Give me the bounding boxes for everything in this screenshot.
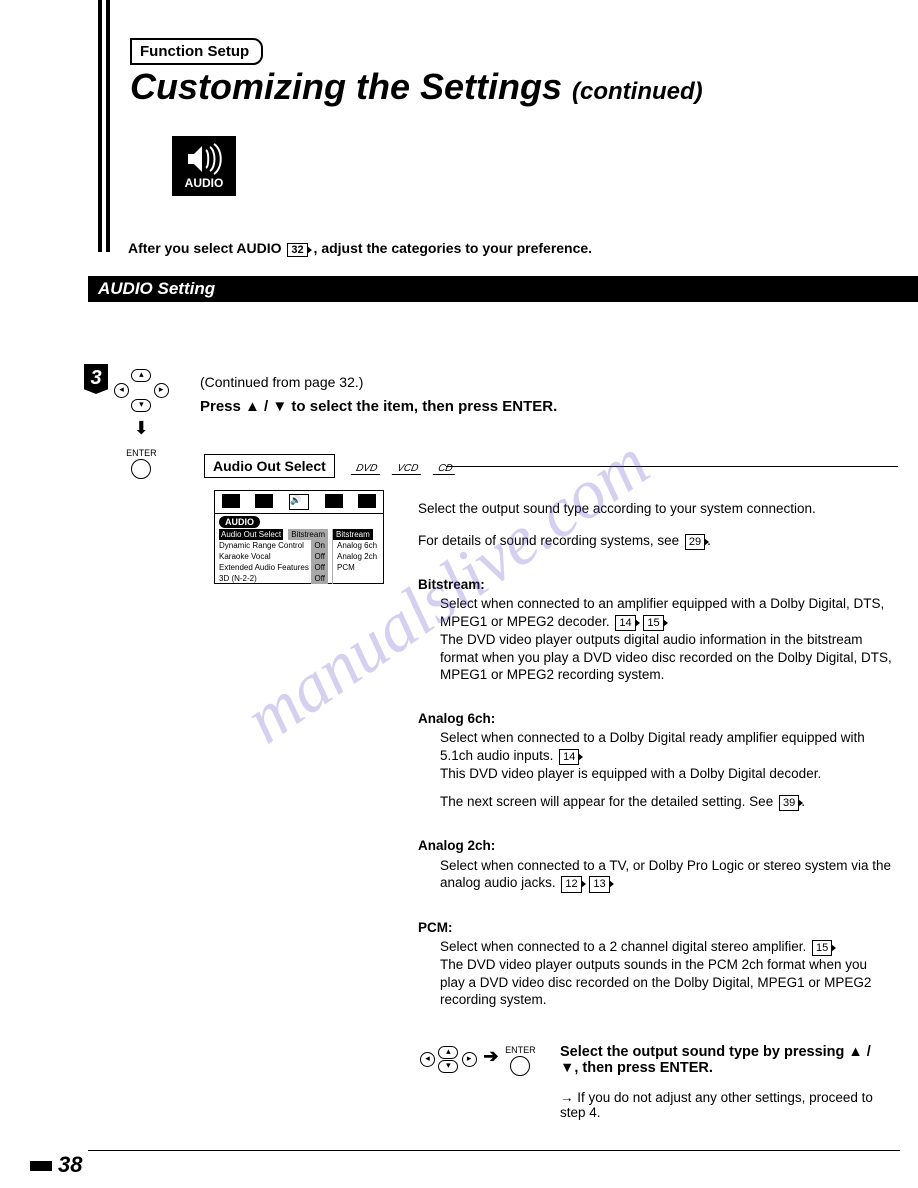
bitstream-heading: Bitstream: [418,576,894,594]
txt: Select when connected to a Dolby Digital… [440,730,865,763]
vertical-rule-2 [106,0,110,252]
intro-before: After you select AUDIO [128,240,285,256]
menu-item: Karaoke Vocal [219,551,271,562]
txt: The next screen will appear for the deta… [440,794,777,809]
page-title: Customizing the Settings (continued) [130,66,703,108]
menu-val: Off [311,562,328,573]
audio-icon: AUDIO [172,136,236,196]
menu-val: Off [311,573,328,584]
nav-pad-icon: ▴ ◂ ▸ ▾ ⬇ ENTER [114,368,169,479]
continued-from: (Continued from page 32.) [200,374,363,390]
analog2ch-body: Select when connected to a TV, or Dolby … [418,857,894,893]
intro-text: After you select AUDIO 32 , adjust the c… [128,240,592,257]
menu-options: Bitstream Analog 6ch Analog 2ch PCM [332,529,379,584]
txt: This DVD video player is equipped with a… [440,766,821,781]
menu-audio-label: AUDIO [219,516,260,528]
intro-after: , adjust the categories to your preferen… [314,240,593,256]
menu-opt: Analog 6ch [333,540,379,551]
onscreen-menu: 🔊 AUDIO Audio Out Select Bitstream Dynami… [214,490,384,584]
pcm-heading: PCM: [418,919,894,937]
analog6ch-heading: Analog 6ch: [418,710,894,728]
menu-opt: PCM [333,562,379,573]
menu-val: Bitstream [288,529,328,540]
page-ref-14b: 14 [559,749,579,765]
nav-block-bottom: ◂ ▴▾ ▸ ➔ ENTER [420,1042,536,1076]
audio-setting-bar: AUDIO Setting [88,276,918,302]
fmt-dvd: DVD [351,463,383,475]
menu-item: 3D (N-2-2) [219,573,257,584]
audio-icon-label: AUDIO [185,176,224,190]
page-ref-15: 15 [643,615,663,631]
press-instruction: Press ▲ / ▼ to select the item, then pre… [200,398,557,415]
txt: Select when connected to a 2 channel dig… [440,939,810,954]
enter-label: ENTER [126,448,157,458]
enter-label-2: ENTER [505,1045,536,1055]
page-ref-29: 29 [685,534,705,550]
menu-item: Dynamic Range Control [219,540,304,551]
page-ref-39: 39 [779,795,799,811]
vertical-rule-1 [98,0,102,252]
page-ref-15b: 15 [812,940,832,956]
menu-items: Audio Out Select Bitstream Dynamic Range … [219,529,328,584]
audio-out-select-heading: Audio Out Select [204,454,335,478]
description-column: Select the output sound type according t… [418,496,894,1009]
analog2ch-heading: Analog 2ch: [418,837,894,855]
fmt-cd: CD [433,463,458,475]
page-ref-14: 14 [615,615,635,631]
format-tags: DVD VCD CD [344,458,456,475]
menu-opt: Bitstream [333,529,373,540]
menu-val: On [311,540,328,551]
section-tab: Function Setup [130,38,263,65]
fmt-vcd: VCD [392,463,424,475]
menu-val: Off [311,551,328,562]
menu-opt: Analog 2ch [333,551,379,562]
page-ref-12: 12 [561,876,581,892]
p-details: For details of sound recording systems, … [418,532,894,550]
title-main: Customizing the Settings [130,66,562,107]
bitstream-body: Select when connected to an amplifier eq… [418,595,894,683]
speaker-tab-icon: 🔊 [289,494,309,510]
txt: The DVD video player outputs digital aud… [440,632,892,682]
bottom-rule [88,1150,900,1151]
pcm-body: Select when connected to a 2 channel dig… [418,938,894,1009]
divider-line [446,466,898,467]
menu-item: Extended Audio Features [219,562,309,573]
txt: For details of sound recording systems, … [418,533,683,548]
page-ref-13: 13 [589,876,609,892]
enter-button-icon-2 [510,1056,530,1076]
txt: Select when connected to a TV, or Dolby … [440,858,891,891]
select-instruction: Select the output sound type by pressing… [560,1044,890,1076]
select-sub-instruction: → If you do not adjust any other setting… [560,1090,890,1120]
step-number: 3 [84,364,108,394]
page-ref-32: 32 [287,243,307,257]
analog6ch-body: Select when connected to a Dolby Digital… [418,729,894,811]
title-continued: (continued) [572,78,703,105]
enter-button-icon [131,459,151,479]
menu-item: Audio Out Select [219,529,283,540]
p-output-type: Select the output sound type according t… [418,500,894,518]
txt: The DVD video player outputs sounds in t… [440,957,871,1007]
page-number: 38 [30,1152,82,1178]
